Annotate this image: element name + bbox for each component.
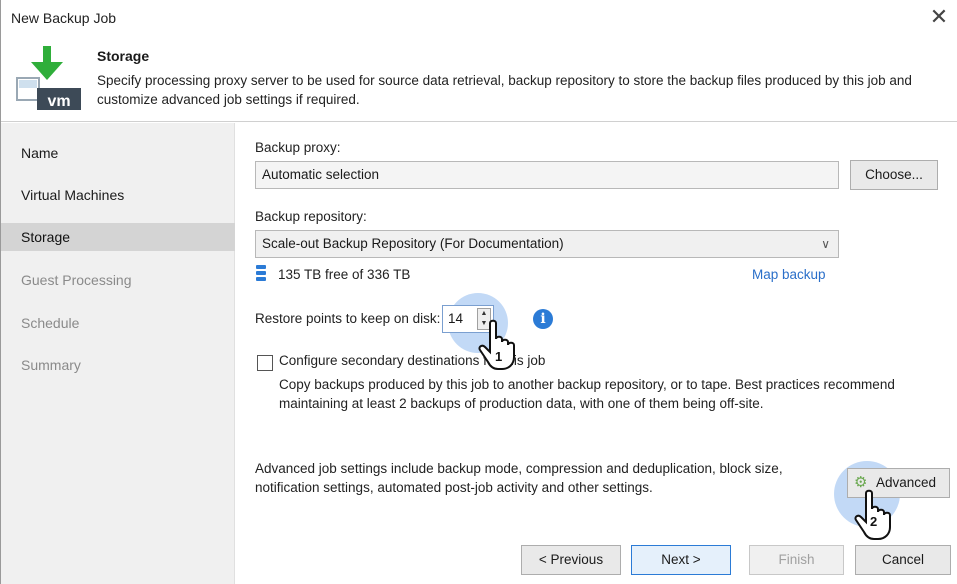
backup-repository-select[interactable]: Scale-out Backup Repository (For Documen… xyxy=(255,230,839,258)
chevron-down-icon: ∨ xyxy=(821,237,830,251)
sidebar-item-storage[interactable]: Storage xyxy=(1,223,235,251)
restore-points-label: Restore points to keep on disk: xyxy=(255,311,441,326)
backup-repository-label: Backup repository: xyxy=(255,209,367,224)
step-description: Specify processing proxy server to be us… xyxy=(97,73,912,107)
storage-settings-panel: Backup proxy: Automatic selection Choose… xyxy=(236,123,957,584)
step-header: vm Storage Specify processing proxy serv… xyxy=(1,36,957,122)
repository-free-space: 135 TB free of 336 TB xyxy=(278,267,411,282)
map-backup-link[interactable]: Map backup xyxy=(752,267,826,282)
title-bar: New Backup Job ✕ xyxy=(1,0,957,36)
step1-number: 1 xyxy=(495,349,503,364)
cancel-button[interactable]: Cancel xyxy=(855,545,951,575)
restore-points-value: 14 xyxy=(448,311,464,326)
close-icon[interactable]: ✕ xyxy=(926,4,952,30)
secondary-destination-description: Copy backups produced by this job to ano… xyxy=(279,377,895,411)
secondary-destination-checkbox[interactable] xyxy=(257,355,273,371)
new-backup-job-window: New Backup Job ✕ vm Storage Specify proc… xyxy=(0,0,957,584)
vm-icon-text: vm xyxy=(47,93,70,110)
sidebar-item-summary: Summary xyxy=(21,357,81,373)
repository-storage-icon xyxy=(256,265,266,281)
next-button[interactable]: Next > xyxy=(631,545,731,575)
step-title: Storage xyxy=(97,48,150,64)
backup-proxy-field[interactable]: Automatic selection xyxy=(255,161,839,189)
finish-button: Finish xyxy=(749,545,844,575)
previous-button[interactable]: < Previous xyxy=(521,545,621,575)
info-icon[interactable]: i xyxy=(533,309,553,329)
sidebar-item-virtual-machines[interactable]: Virtual Machines xyxy=(1,181,235,209)
sidebar-item-guest-processing: Guest Processing xyxy=(21,272,132,288)
backup-proxy-label: Backup proxy: xyxy=(255,140,341,155)
backup-repository-value: Scale-out Backup Repository (For Documen… xyxy=(262,236,564,251)
window-title: New Backup Job xyxy=(11,10,117,26)
advanced-settings-description: Advanced job settings include backup mod… xyxy=(255,461,783,495)
choose-proxy-button[interactable]: Choose... xyxy=(850,160,938,190)
vm-backup-icon: vm xyxy=(16,46,81,110)
sidebar-item-name[interactable]: Name xyxy=(1,139,235,167)
sidebar-item-schedule: Schedule xyxy=(21,315,80,331)
step2-number: 2 xyxy=(870,514,878,529)
wizard-steps-sidebar: Name Virtual Machines Storage Guest Proc… xyxy=(1,123,235,584)
